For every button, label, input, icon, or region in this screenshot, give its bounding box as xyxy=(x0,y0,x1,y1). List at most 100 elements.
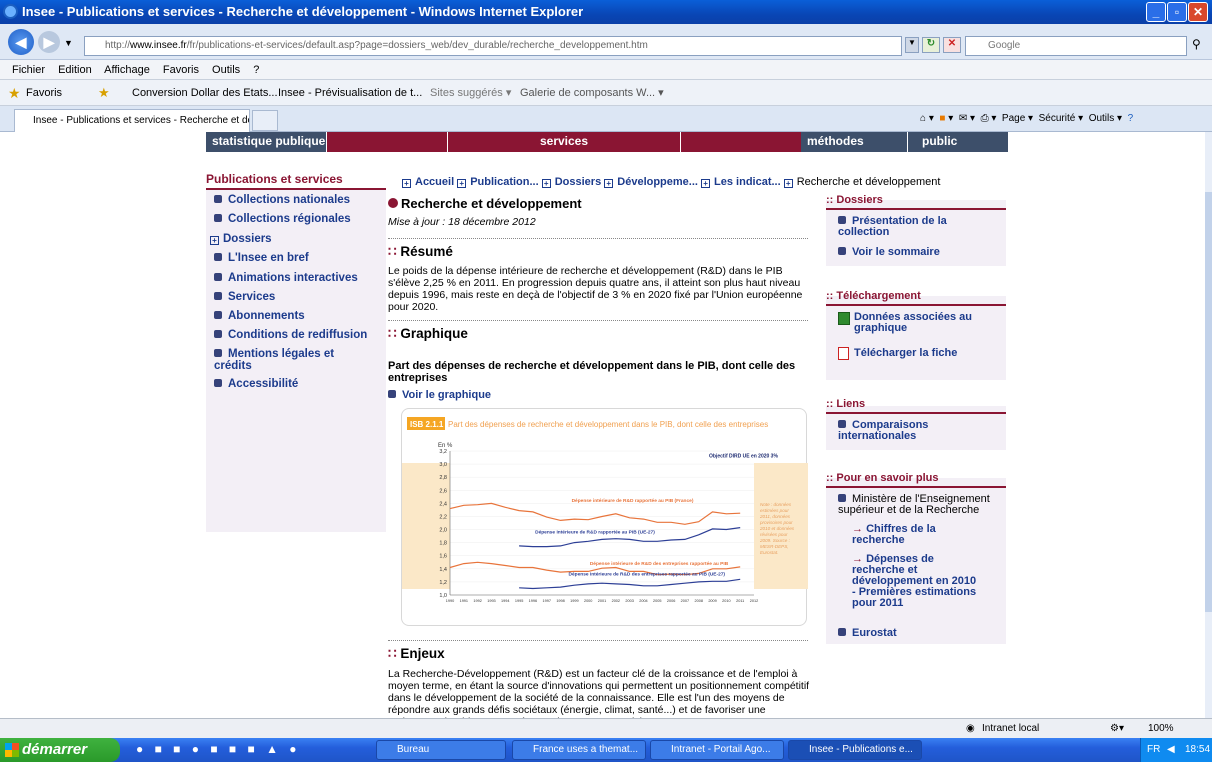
stop-icon[interactable]: ✕ xyxy=(943,37,961,53)
menu-fichier[interactable]: Fichier xyxy=(12,64,45,76)
history-dropdown-icon[interactable]: ▼ xyxy=(64,38,73,48)
favorites-bar: ★ Favoris ★ Conversion Dollar des Etats.… xyxy=(0,80,1212,106)
menu-edition[interactable]: Edition xyxy=(58,64,92,76)
page-viewport: statistique publique services méthodes p… xyxy=(0,132,1205,718)
window-titlebar: Insee - Publications et services - Reche… xyxy=(0,0,1212,24)
task-intranet[interactable]: Intranet - Portail Ago... xyxy=(650,740,784,760)
chart-ytick-label: 2,6 xyxy=(439,488,447,494)
graph-heading: ∷ Graphique xyxy=(388,326,468,341)
zone-globe-icon: ◉ xyxy=(966,723,975,734)
task-word[interactable]: France uses a themat... xyxy=(512,740,646,760)
chart-xtick-label: 2010 xyxy=(722,599,730,603)
start-button[interactable]: démarrer xyxy=(0,738,120,762)
nav-services[interactable]: Services xyxy=(214,291,275,303)
favorites-button[interactable]: Favoris xyxy=(26,80,62,106)
chart-xtick-label: 1998 xyxy=(556,599,564,603)
url-dropdown-icon[interactable]: ▼ xyxy=(905,37,919,53)
quick-launch-icons[interactable]: ● ■ ■ ● ■ ■ ■ ▲ ● xyxy=(136,742,301,756)
favorite-link-insee-preview[interactable]: Insee - Prévisualisation de t... xyxy=(278,80,422,106)
eurostat-link[interactable]: Eurostat xyxy=(838,628,897,639)
security-menu[interactable]: Sécurité ▾ xyxy=(1039,113,1083,124)
zoom-level[interactable]: 100% xyxy=(1148,719,1174,739)
task-bureau[interactable]: Bureau xyxy=(376,740,506,760)
menu-affichage[interactable]: Affichage xyxy=(104,64,150,76)
web-slice-gallery[interactable]: Galerie de composants W... ▾ xyxy=(520,80,664,106)
crumb-indicateurs[interactable]: Les indicat... xyxy=(714,176,781,188)
comparaisons-link[interactable]: Comparaisons internationales xyxy=(838,420,988,442)
nav-insee-en-bref[interactable]: L'Insee en bref xyxy=(214,252,309,264)
nav-mentions[interactable]: Mentions légales et crédits xyxy=(214,348,364,372)
back-button[interactable]: ◀ xyxy=(8,29,34,55)
task-insee[interactable]: Insee - Publications e... xyxy=(788,740,922,760)
mail-icon[interactable]: ✉ xyxy=(959,113,967,124)
dossiers-sommaire-link[interactable]: Voir le sommaire xyxy=(838,247,940,258)
menu-outils[interactable]: Outils xyxy=(212,64,240,76)
nav-abonnements[interactable]: Abonnements xyxy=(214,310,305,322)
help-icon[interactable]: ? xyxy=(1128,113,1134,124)
crumb-accueil[interactable]: Accueil xyxy=(415,176,454,188)
refresh-icon[interactable]: ↻ xyxy=(922,37,940,53)
site-nav-public[interactable]: public xyxy=(908,132,1008,152)
rss-icon[interactable]: ■ xyxy=(939,113,945,124)
dossiers-presentation-link[interactable]: Présentation de la collection xyxy=(838,216,988,238)
tools-menu[interactable]: Outils ▾ xyxy=(1089,113,1122,124)
menu-help[interactable]: ? xyxy=(253,64,259,76)
vertical-scrollbar[interactable] xyxy=(1205,132,1212,718)
close-window-button[interactable]: ✕ xyxy=(1188,2,1208,22)
suggested-sites[interactable]: Sites suggérés ▾ xyxy=(430,80,511,106)
site-nav-statistique[interactable]: statistique publique xyxy=(206,132,326,152)
nav-collections-regionales[interactable]: Collections régionales xyxy=(214,213,351,225)
nav-conditions[interactable]: Conditions de rediffusion xyxy=(214,329,367,341)
menu-favoris[interactable]: Favoris xyxy=(163,64,199,76)
nav-dossiers[interactable]: + Dossiers xyxy=(210,233,272,245)
nav-animations[interactable]: Animations interactives xyxy=(214,272,358,284)
print-icon[interactable]: ⎙ xyxy=(981,113,989,124)
enjeux-text: La Recherche-Développement (R&D) est un … xyxy=(388,668,810,718)
page-menu[interactable]: Page ▾ xyxy=(1002,113,1033,124)
pdf-icon xyxy=(838,347,849,360)
add-favorite-icon[interactable]: ★ xyxy=(98,80,110,106)
crumb-current: Recherche et développement xyxy=(796,176,941,188)
new-tab-button[interactable] xyxy=(252,110,278,131)
chart-xtick-label: 2006 xyxy=(667,599,675,603)
search-icon[interactable]: ⚲ xyxy=(1192,37,1201,51)
chiffres-recherche-link[interactable]: → Chiffres de la recherche xyxy=(852,524,982,546)
nav-collections-nationales[interactable]: Collections nationales xyxy=(214,194,350,206)
nav-accessibilite[interactable]: Accessibilité xyxy=(214,378,298,390)
telechargement-title: :: Téléchargement xyxy=(826,290,1006,306)
chart-ytick-label: 1,8 xyxy=(439,541,447,547)
chart-note-line: estimées pour xyxy=(760,508,789,513)
page-title: Recherche et développement xyxy=(388,196,582,211)
download-data-link[interactable]: Données associées au graphique xyxy=(838,312,988,334)
download-sheet-link[interactable]: Télécharger la fiche xyxy=(838,347,988,360)
chart-xtick-label: 1993 xyxy=(487,599,495,603)
browser-tab[interactable]: Insee - Publications et services - Reche… xyxy=(14,109,250,132)
site-nav-tab-2[interactable] xyxy=(681,132,801,152)
ministere-text: Ministère de l'Enseignement supérieur et… xyxy=(838,493,990,516)
language-indicator[interactable]: FR xyxy=(1147,738,1160,762)
chart-xtick-label: 2008 xyxy=(695,599,703,603)
minimize-button[interactable]: _ xyxy=(1146,2,1166,22)
chart-note-line: Eurostat. xyxy=(760,550,778,555)
tray-arrow-icon[interactable]: ◀ xyxy=(1167,738,1175,762)
site-nav-methodes[interactable]: méthodes xyxy=(801,132,907,152)
view-graph-link[interactable]: Voir le graphique xyxy=(388,389,491,401)
site-nav-tab[interactable] xyxy=(327,132,447,152)
crumb-publication[interactable]: Publication... xyxy=(470,176,538,188)
title-bullet-icon xyxy=(388,198,398,208)
chart-ytick-label: 1,4 xyxy=(439,567,447,573)
depenses-rd-link[interactable]: → Dépenses de recherche et développement… xyxy=(852,554,982,609)
forward-button[interactable]: ▶ xyxy=(38,31,60,53)
home-icon[interactable]: ⌂ ▾ xyxy=(920,113,934,124)
crumb-dossiers[interactable]: Dossiers xyxy=(555,176,601,188)
crumb-developpement[interactable]: Développeme... xyxy=(617,176,698,188)
site-nav-services[interactable]: services xyxy=(448,132,680,152)
maximize-button[interactable]: ▫ xyxy=(1167,2,1187,22)
windows-logo-icon xyxy=(5,743,19,757)
protected-mode-icon[interactable]: ⚙▾ xyxy=(1110,719,1124,739)
scrollbar-thumb[interactable] xyxy=(1205,192,1212,612)
search-input[interactable]: Google xyxy=(965,36,1187,56)
favorite-link-conversion[interactable]: Conversion Dollar des Etats... xyxy=(132,80,278,106)
url-input[interactable]: http://www.insee.fr/fr/publications-et-s… xyxy=(84,36,902,56)
chart-xtick-label: 2009 xyxy=(708,599,716,603)
